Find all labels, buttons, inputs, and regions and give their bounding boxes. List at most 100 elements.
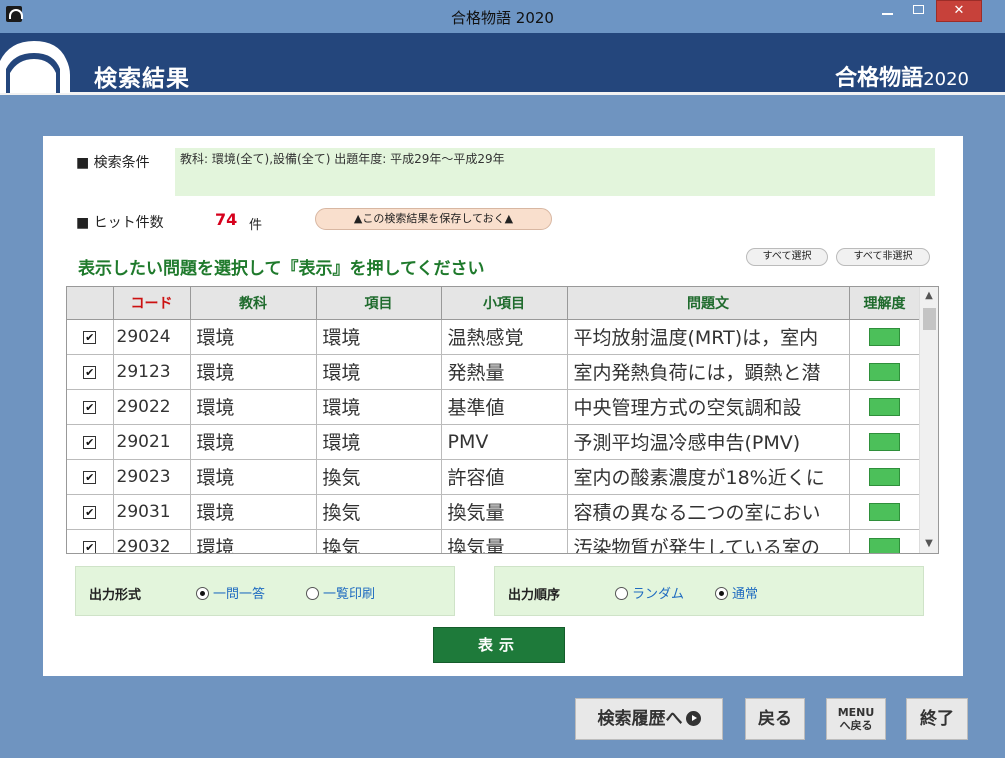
radio-icon[interactable] — [715, 587, 728, 600]
minimize-icon — [881, 13, 893, 15]
header-item[interactable]: 項目 — [316, 287, 442, 320]
checkbox-icon[interactable]: ✔ — [83, 400, 97, 414]
understanding-indicator — [869, 328, 900, 346]
understanding-indicator — [869, 538, 900, 553]
radio-icon[interactable] — [306, 587, 319, 600]
row-checkbox[interactable]: ✔ — [67, 389, 114, 425]
cell-item: 換気 — [316, 494, 442, 530]
understanding-indicator — [869, 468, 900, 486]
cell-understanding — [849, 354, 921, 390]
checkbox-icon[interactable]: ✔ — [83, 330, 97, 344]
header-code[interactable]: コード — [113, 287, 191, 320]
checkbox-icon[interactable]: ✔ — [83, 505, 97, 519]
back-button[interactable]: 戻る — [745, 698, 805, 740]
cell-understanding — [849, 494, 921, 530]
table-header-row: コード 教科 項目 小項目 問題文 理解度 — [67, 287, 921, 320]
cell-subject: 環境 — [190, 424, 317, 460]
cell-code: 29123 — [113, 354, 191, 390]
cell-subject: 環境 — [190, 389, 317, 425]
table-row[interactable]: ✔ 29024 環境 環境 温熱感覚 平均放射温度(MRT)は，室内 — [67, 319, 921, 355]
close-button[interactable]: ✕ — [936, 0, 982, 22]
output-format-box: 出力形式 一問一答 一覧印刷 — [75, 566, 455, 616]
cell-subitem: 換気量 — [441, 494, 568, 530]
cell-code: 29021 — [113, 424, 191, 460]
window-title: 合格物語 2020 — [451, 9, 554, 27]
format-option-list[interactable]: 一覧印刷 — [306, 583, 375, 602]
cell-item: 換気 — [316, 529, 442, 553]
table-scrollbar[interactable]: ▲ ▼ — [919, 287, 938, 553]
cell-subitem: 発熱量 — [441, 354, 568, 390]
table-row[interactable]: ✔ 29021 環境 環境 PMV 予測平均温冷感申告(PMV) — [67, 424, 921, 460]
understanding-indicator — [869, 433, 900, 451]
cell-understanding — [849, 424, 921, 460]
cell-understanding — [849, 529, 921, 553]
cell-item: 環境 — [316, 319, 442, 355]
cell-code: 29031 — [113, 494, 191, 530]
order-option-random[interactable]: ランダム — [615, 583, 684, 602]
header-question[interactable]: 問題文 — [567, 287, 850, 320]
cell-question: 容積の異なる二つの室におい — [567, 494, 850, 530]
header-subject[interactable]: 教科 — [190, 287, 317, 320]
cell-code: 29032 — [113, 529, 191, 553]
logo-icon — [0, 41, 70, 93]
minimize-button[interactable] — [874, 0, 900, 22]
output-format-label: 出力形式 — [89, 588, 142, 603]
results-table: コード 教科 項目 小項目 問題文 理解度 ✔ 29024 環境 環境 温熱感覚 平均放射… — [66, 286, 939, 554]
table-row[interactable]: ✔ 29022 環境 環境 基準値 中央管理方式の空気調和設 — [67, 389, 921, 425]
table-row[interactable]: ✔ 29123 環境 環境 発熱量 室内発熱負荷には，顕熱と潜 — [67, 354, 921, 390]
table-row[interactable]: ✔ 29023 環境 換気 許容値 室内の酸素濃度が18%近くに — [67, 459, 921, 495]
select-all-button[interactable]: すべて選択 — [746, 248, 828, 266]
order-option-normal-label: 通常 — [732, 587, 759, 602]
format-option-single[interactable]: 一問一答 — [196, 583, 265, 602]
cell-subject: 環境 — [190, 319, 317, 355]
hits-label: ■ ヒット件数 — [76, 215, 164, 231]
header-select — [67, 287, 114, 320]
conditions-label: ■ 検索条件 — [76, 155, 150, 171]
show-button[interactable]: 表示 — [433, 627, 565, 663]
radio-icon[interactable] — [196, 587, 209, 600]
row-checkbox[interactable]: ✔ — [67, 319, 114, 355]
maximize-button[interactable] — [905, 0, 931, 22]
exit-button[interactable]: 終了 — [906, 698, 968, 740]
menu-button[interactable]: MENU へ戻る — [826, 698, 886, 740]
order-option-normal[interactable]: 通常 — [715, 583, 758, 602]
format-option-single-label: 一問一答 — [213, 587, 266, 602]
cell-subitem: 換気量 — [441, 529, 568, 553]
cell-question: 中央管理方式の空気調和設 — [567, 389, 850, 425]
brand-year: 2020 — [923, 69, 969, 90]
deselect-all-button[interactable]: すべて非選択 — [836, 248, 930, 266]
scroll-thumb[interactable] — [923, 308, 936, 330]
menu-button-line1: MENU — [837, 706, 875, 719]
table-row[interactable]: ✔ 29032 環境 換気 換気量 汚染物質が発生している室の — [67, 529, 921, 553]
search-history-button[interactable]: 検索履歴へ — [575, 698, 723, 740]
cell-subject: 環境 — [190, 529, 317, 553]
cell-understanding — [849, 459, 921, 495]
header-understanding[interactable]: 理解度 — [849, 287, 921, 320]
row-checkbox[interactable]: ✔ — [67, 354, 114, 390]
row-checkbox[interactable]: ✔ — [67, 529, 114, 553]
checkbox-icon[interactable]: ✔ — [83, 435, 97, 449]
row-checkbox[interactable]: ✔ — [67, 494, 114, 530]
format-option-list-label: 一覧印刷 — [323, 587, 376, 602]
cell-subitem: 基準値 — [441, 389, 568, 425]
radio-icon[interactable] — [615, 587, 628, 600]
scroll-down-icon[interactable]: ▼ — [920, 535, 938, 553]
search-results-panel: ■ 検索条件 教科: 環境(全て),設備(全て) 出題年度: 平成29年〜平成2… — [43, 136, 963, 676]
play-circle-icon — [685, 711, 701, 726]
save-results-button[interactable]: ▲この検索結果を保存しておく▲ — [315, 208, 552, 230]
scroll-up-icon[interactable]: ▲ — [920, 287, 938, 305]
cell-subitem: PMV — [441, 424, 568, 460]
checkbox-icon[interactable]: ✔ — [83, 540, 97, 553]
cell-understanding — [849, 319, 921, 355]
checkbox-icon[interactable]: ✔ — [83, 365, 97, 379]
row-checkbox[interactable]: ✔ — [67, 424, 114, 460]
conditions-box: 教科: 環境(全て),設備(全て) 出題年度: 平成29年〜平成29年 — [175, 148, 935, 196]
close-icon: ✕ — [953, 3, 965, 18]
cell-item: 環境 — [316, 389, 442, 425]
understanding-indicator — [869, 363, 900, 381]
cell-subitem: 許容値 — [441, 459, 568, 495]
row-checkbox[interactable]: ✔ — [67, 459, 114, 495]
checkbox-icon[interactable]: ✔ — [83, 470, 97, 484]
table-row[interactable]: ✔ 29031 環境 換気 換気量 容積の異なる二つの室におい — [67, 494, 921, 530]
header-subitem[interactable]: 小項目 — [441, 287, 568, 320]
